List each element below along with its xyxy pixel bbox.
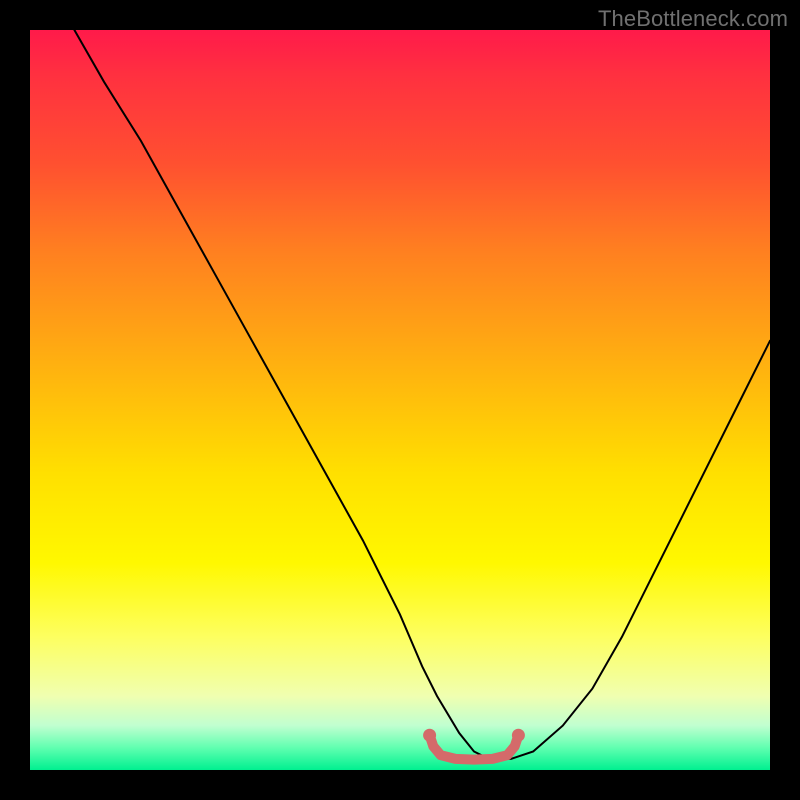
chart-container: TheBottleneck.com xyxy=(0,0,800,800)
sweet-spot-end-dot xyxy=(512,729,525,742)
watermark-text: TheBottleneck.com xyxy=(598,6,788,32)
sweet-spot-marker xyxy=(430,735,519,759)
bottleneck-curve xyxy=(74,30,770,759)
chart-svg xyxy=(30,30,770,770)
plot-area xyxy=(30,30,770,770)
